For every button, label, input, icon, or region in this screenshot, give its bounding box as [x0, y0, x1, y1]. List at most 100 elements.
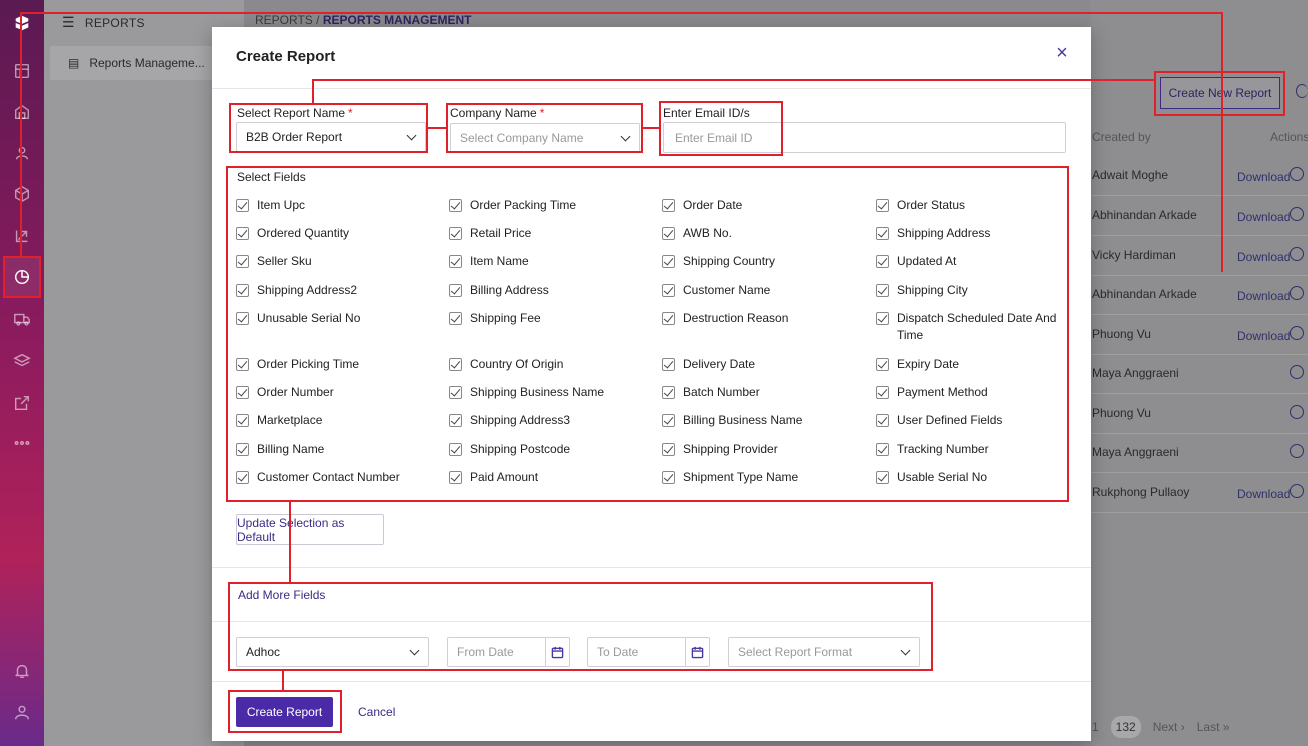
- field-checkbox[interactable]: Shipping City: [876, 282, 1061, 299]
- download-circle-icon[interactable]: [1290, 247, 1304, 261]
- checkbox-checked-icon[interactable]: [236, 227, 249, 240]
- download-link[interactable]: Download: [1237, 289, 1290, 303]
- field-checkbox[interactable]: Shipping Business Name: [449, 384, 649, 401]
- layers-icon[interactable]: [11, 350, 33, 372]
- checkbox-checked-icon[interactable]: [236, 358, 249, 371]
- checkbox-checked-icon[interactable]: [876, 312, 889, 325]
- field-checkbox[interactable]: Seller Sku: [236, 253, 436, 270]
- create-new-report-button[interactable]: Create New Report: [1160, 77, 1280, 109]
- field-checkbox[interactable]: Order Number: [236, 384, 436, 401]
- checkbox-checked-icon[interactable]: [449, 443, 462, 456]
- download-link[interactable]: Download: [1237, 250, 1290, 264]
- checkbox-checked-icon[interactable]: [876, 443, 889, 456]
- hamburger-icon[interactable]: ☰: [62, 14, 75, 31]
- field-checkbox[interactable]: Order Date: [662, 197, 862, 214]
- field-checkbox[interactable]: Order Packing Time: [449, 197, 649, 214]
- field-checkbox[interactable]: Shipping Address3: [449, 412, 649, 429]
- field-checkbox[interactable]: Shipping Address: [876, 225, 1061, 242]
- profile-icon[interactable]: [11, 701, 33, 723]
- checkbox-checked-icon[interactable]: [662, 255, 675, 268]
- field-checkbox[interactable]: Dispatch Scheduled Date And Time: [876, 310, 1061, 344]
- field-checkbox[interactable]: Shipping Provider: [662, 441, 862, 458]
- field-checkbox[interactable]: Expiry Date: [876, 356, 1061, 373]
- checkbox-checked-icon[interactable]: [662, 199, 675, 212]
- download-circle-icon[interactable]: [1290, 326, 1304, 340]
- app-logo-icon[interactable]: [11, 12, 33, 34]
- checkbox-checked-icon[interactable]: [876, 471, 889, 484]
- checkbox-checked-icon[interactable]: [876, 227, 889, 240]
- report-format-select[interactable]: Select Report Format: [728, 637, 920, 667]
- truck-icon[interactable]: [11, 308, 33, 330]
- checkbox-checked-icon[interactable]: [662, 358, 675, 371]
- field-checkbox[interactable]: Marketplace: [236, 412, 436, 429]
- field-checkbox[interactable]: Tracking Number: [876, 441, 1061, 458]
- current-page[interactable]: 132: [1110, 716, 1141, 738]
- checkbox-checked-icon[interactable]: [662, 227, 675, 240]
- update-default-button[interactable]: Update Selection as Default: [236, 514, 384, 545]
- frequency-select[interactable]: Adhoc: [236, 637, 429, 667]
- checkbox-checked-icon[interactable]: [876, 284, 889, 297]
- field-checkbox[interactable]: Order Status: [876, 197, 1061, 214]
- field-checkbox[interactable]: Unusable Serial No: [236, 310, 436, 327]
- field-checkbox[interactable]: Item Name: [449, 253, 649, 270]
- field-checkbox[interactable]: Retail Price: [449, 225, 649, 242]
- checkbox-checked-icon[interactable]: [236, 386, 249, 399]
- checkbox-checked-icon[interactable]: [236, 312, 249, 325]
- field-checkbox[interactable]: Delivery Date: [662, 356, 862, 373]
- field-checkbox[interactable]: User Defined Fields: [876, 412, 1061, 429]
- checkbox-checked-icon[interactable]: [662, 471, 675, 484]
- checkbox-checked-icon[interactable]: [236, 471, 249, 484]
- download-circle-icon[interactable]: [1290, 207, 1304, 221]
- email-input[interactable]: Enter Email ID: [663, 122, 1066, 153]
- field-checkbox[interactable]: Customer Contact Number: [236, 469, 436, 486]
- checkbox-checked-icon[interactable]: [876, 255, 889, 268]
- checkbox-checked-icon[interactable]: [449, 255, 462, 268]
- calendar-icon[interactable]: [685, 638, 709, 666]
- checkbox-checked-icon[interactable]: [876, 414, 889, 427]
- bell-icon[interactable]: [11, 660, 33, 682]
- checkbox-checked-icon[interactable]: [236, 284, 249, 297]
- field-checkbox[interactable]: Billing Name: [236, 441, 436, 458]
- cancel-button[interactable]: Cancel: [358, 705, 395, 719]
- checkbox-checked-icon[interactable]: [449, 358, 462, 371]
- to-date-input[interactable]: To Date: [587, 637, 710, 667]
- checkbox-checked-icon[interactable]: [449, 284, 462, 297]
- external-link-icon[interactable]: [11, 392, 33, 414]
- download-circle-icon[interactable]: [1290, 286, 1304, 300]
- checkbox-checked-icon[interactable]: [876, 358, 889, 371]
- inventory-box-icon[interactable]: [11, 183, 33, 205]
- checkbox-checked-icon[interactable]: [236, 199, 249, 212]
- field-checkbox[interactable]: Shipping Country: [662, 253, 862, 270]
- close-icon[interactable]: ×: [1052, 43, 1072, 63]
- warehouse-icon[interactable]: [11, 101, 33, 123]
- from-date-input[interactable]: From Date: [447, 637, 570, 667]
- field-checkbox[interactable]: Billing Business Name: [662, 412, 862, 429]
- field-checkbox[interactable]: Updated At: [876, 253, 1061, 270]
- checkbox-checked-icon[interactable]: [236, 255, 249, 268]
- download-link[interactable]: Download: [1237, 487, 1290, 501]
- field-checkbox[interactable]: Shipment Type Name: [662, 469, 862, 486]
- checkbox-checked-icon[interactable]: [876, 386, 889, 399]
- field-checkbox[interactable]: Shipping Postcode: [449, 441, 649, 458]
- checkbox-checked-icon[interactable]: [662, 386, 675, 399]
- checkbox-checked-icon[interactable]: [662, 443, 675, 456]
- download-circle-icon[interactable]: [1290, 167, 1304, 181]
- returns-icon[interactable]: [11, 225, 33, 247]
- download-circle-icon[interactable]: [1290, 365, 1304, 379]
- checkbox-checked-icon[interactable]: [449, 199, 462, 212]
- field-checkbox[interactable]: Country Of Origin: [449, 356, 649, 373]
- add-more-fields-link[interactable]: Add More Fields: [238, 588, 325, 602]
- checkbox-checked-icon[interactable]: [662, 414, 675, 427]
- checkbox-checked-icon[interactable]: [449, 312, 462, 325]
- download-circle-icon[interactable]: [1290, 405, 1304, 419]
- settings-gear-icon[interactable]: [1296, 84, 1308, 98]
- field-checkbox[interactable]: Batch Number: [662, 384, 862, 401]
- field-checkbox[interactable]: Order Picking Time: [236, 356, 436, 373]
- company-name-select[interactable]: Select Company Name: [450, 123, 640, 153]
- field-checkbox[interactable]: Ordered Quantity: [236, 225, 436, 242]
- field-checkbox[interactable]: Shipping Fee: [449, 310, 649, 327]
- next-page-link[interactable]: Next ›: [1153, 720, 1185, 734]
- field-checkbox[interactable]: Billing Address: [449, 282, 649, 299]
- field-checkbox[interactable]: Item Upc: [236, 197, 436, 214]
- checkbox-checked-icon[interactable]: [876, 199, 889, 212]
